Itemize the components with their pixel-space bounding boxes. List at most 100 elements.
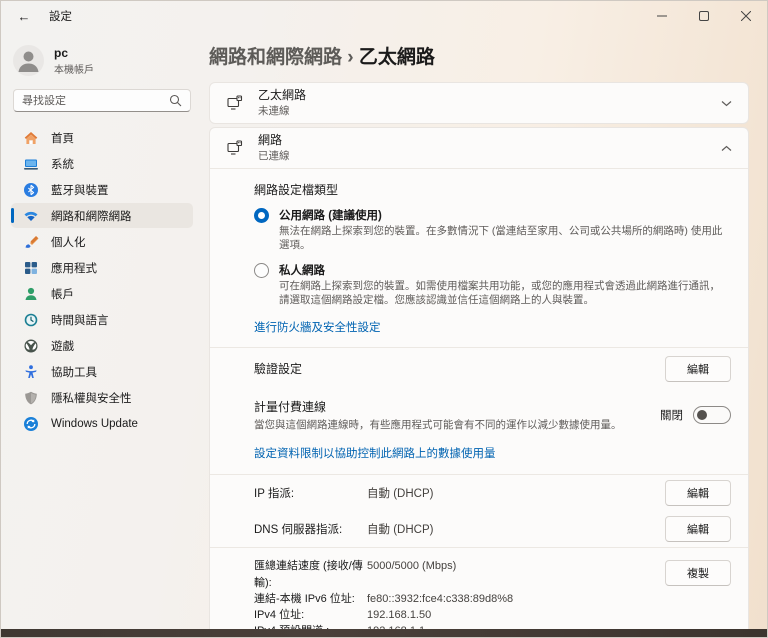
close-icon	[741, 11, 751, 21]
avatar	[13, 45, 44, 76]
sidebar-item-bluetooth[interactable]: 藍牙與裝置	[11, 177, 193, 202]
accounts-icon	[23, 286, 39, 302]
app-title: 設定	[49, 11, 72, 23]
ip-assignment-value: 自動 (DHCP)	[367, 488, 434, 501]
sidebar-item-label: 應用程式	[51, 262, 97, 275]
sidebar-item-accounts[interactable]: 帳戶	[11, 281, 193, 306]
sidebar-item-label: 藍牙與裝置	[51, 184, 109, 197]
sidebar-nav: 首頁 系統 藍牙與裝置 網路和網際網路 個人化 應用程式 帳戶 時間與語言 遊戲…	[11, 125, 193, 436]
apps-icon	[23, 260, 39, 276]
data-limit-link[interactable]: 設定資料限制以協助控制此網路上的數據使用量	[254, 445, 496, 461]
search-input[interactable]	[22, 94, 169, 107]
main-content: 網路和網際網路 › 乙太網路 乙太網路 未連線 網路 已連線 網路設定檔類型 公…	[201, 31, 767, 637]
breadcrumb-current: 乙太網路	[358, 47, 435, 68]
breadcrumb-separator: ›	[347, 47, 354, 68]
sidebar-item-label: 系統	[51, 158, 74, 171]
sidebar-item-windows-update[interactable]: Windows Update	[11, 411, 193, 436]
property-row: 連結-本機 IPv6 位址: fe80::3932:fce4:c338:89d8…	[254, 591, 665, 607]
properties-table: 匯總連結速度 (接收/傳輸): 5000/5000 (Mbps) 連結-本機 I…	[254, 558, 665, 637]
toggle-knob	[697, 410, 707, 421]
property-row: IPv4 位址: 192.168.1.50	[254, 607, 665, 623]
ethernet-adapter-header[interactable]: 乙太網路 未連線	[210, 83, 748, 123]
sync-arrows-icon	[23, 416, 39, 432]
window-controls	[641, 1, 767, 31]
sidebar-item-privacy[interactable]: 隱私權與安全性	[11, 385, 193, 410]
property-label: 匯總連結速度 (接收/傳輸):	[254, 560, 363, 589]
dns-assignment-row: DNS 伺服器指派: 自動 (DHCP) 編輯	[210, 511, 748, 547]
sidebar: pc 本機帳戶 首頁	[1, 31, 201, 629]
ethernet-icon	[227, 95, 243, 110]
sidebar-item-label: 時間與語言	[51, 314, 109, 327]
back-button[interactable]: ←	[9, 5, 39, 27]
ethernet-card-status: 未連線	[258, 104, 290, 117]
sidebar-item-label: 遊戲	[51, 340, 74, 353]
user-account-type: 本機帳戶	[54, 64, 94, 76]
sidebar-item-home[interactable]: 首頁	[11, 125, 193, 150]
sidebar-item-accessibility[interactable]: 協助工具	[11, 359, 193, 384]
titlebar: ← 設定	[1, 1, 767, 31]
sidebar-item-apps[interactable]: 應用程式	[11, 255, 193, 280]
sidebar-item-label: 協助工具	[51, 366, 97, 379]
active-indicator	[11, 208, 14, 223]
xbox-icon	[23, 338, 39, 354]
sidebar-item-gaming[interactable]: 遊戲	[11, 333, 193, 358]
chevron-up-icon[interactable]	[721, 145, 732, 152]
sidebar-item-label: Windows Update	[51, 417, 138, 430]
authentication-edit-button[interactable]: 編輯	[665, 356, 731, 383]
shield-icon	[23, 390, 39, 406]
property-value: 5000/5000 (Mbps)	[367, 560, 457, 573]
profile-section-title: 網路設定檔類型	[254, 183, 339, 197]
radio-unselected-icon[interactable]	[254, 262, 269, 278]
maximize-icon	[699, 11, 709, 21]
private-network-desc: 可在網路上探索到您的裝置。如需使用檔案共用功能，或您的應用程式會透過此網路進行通…	[279, 279, 720, 306]
property-label: 連結-本機 IPv6 位址:	[254, 592, 355, 605]
breadcrumb-parent[interactable]: 網路和網際網路	[209, 47, 342, 68]
property-label: IPv4 位址:	[254, 609, 305, 622]
public-network-option[interactable]: 公用網路 (建議使用) 無法在網路上探索到您的裝置。在多數情況下 (當連結至家用…	[254, 207, 728, 253]
metered-label: 計量付費連線	[254, 400, 327, 415]
sidebar-item-label: 網路和網際網路	[51, 210, 132, 223]
firewall-settings-link[interactable]: 進行防火牆及安全性設定	[254, 319, 381, 335]
ip-assignment-label: IP 指派:	[254, 488, 295, 501]
adapter-properties: 匯總連結速度 (接收/傳輸): 5000/5000 (Mbps) 連結-本機 I…	[210, 548, 748, 637]
search-box[interactable]	[13, 89, 191, 112]
network-card-status: 已連線	[258, 149, 290, 162]
close-button[interactable]	[725, 1, 767, 31]
person-icon	[18, 51, 39, 72]
maximize-button[interactable]	[683, 1, 725, 31]
ethernet-icon	[227, 140, 243, 155]
radio-selected-icon[interactable]	[254, 208, 269, 223]
ethernet-card-title: 乙太網路	[258, 88, 307, 103]
copy-button[interactable]: 複製	[665, 560, 731, 587]
metered-state-label: 關閉	[660, 410, 683, 423]
chevron-down-icon[interactable]	[721, 100, 732, 107]
sidebar-item-network[interactable]: 網路和網際網路	[11, 203, 193, 228]
minimize-icon	[657, 15, 667, 17]
sidebar-item-label: 隱私權與安全性	[51, 392, 132, 405]
public-network-desc: 無法在網路上探索到您的裝置。在多數情況下 (當連結至家用、公司或公共場所的網路時…	[279, 225, 723, 251]
screen-edge-strip	[1, 629, 767, 637]
user-account[interactable]: pc 本機帳戶	[13, 45, 193, 76]
metered-connection-row: 計量付費連線 當您與這個網路連線時，有些應用程式可能會有不同的運作以減少數據使用…	[210, 390, 748, 440]
user-name: pc	[54, 45, 69, 60]
metered-toggle[interactable]	[693, 406, 731, 425]
sidebar-item-label: 帳戶	[51, 288, 74, 301]
sidebar-item-time-language[interactable]: 時間與語言	[11, 307, 193, 332]
minimize-button[interactable]	[641, 1, 683, 31]
ip-edit-button[interactable]: 編輯	[665, 480, 731, 507]
network-card-header[interactable]: 網路 已連線	[210, 128, 748, 168]
data-limit-row: 設定資料限制以協助控制此網路上的數據使用量	[210, 440, 748, 474]
sidebar-item-system[interactable]: 系統	[11, 151, 193, 176]
system-icon	[23, 156, 39, 172]
property-value: fe80::3932:fce4:c338:89d8%8	[367, 592, 514, 605]
dns-edit-button[interactable]: 編輯	[665, 516, 731, 543]
sidebar-item-personalization[interactable]: 個人化	[11, 229, 193, 254]
network-wifi-icon	[23, 208, 39, 224]
property-row: 匯總連結速度 (接收/傳輸): 5000/5000 (Mbps)	[254, 558, 665, 590]
breadcrumb: 網路和網際網路 › 乙太網路	[209, 42, 749, 69]
accessibility-icon	[23, 364, 39, 380]
bluetooth-icon	[23, 182, 39, 198]
private-network-option[interactable]: 私人網路 可在網路上探索到您的裝置。如需使用檔案共用功能，或您的應用程式會透過此…	[254, 262, 728, 308]
private-network-label: 私人網路	[279, 264, 325, 277]
network-card-title: 網路	[258, 133, 283, 148]
